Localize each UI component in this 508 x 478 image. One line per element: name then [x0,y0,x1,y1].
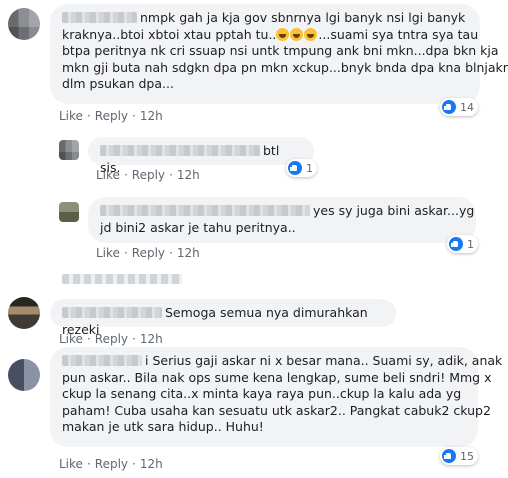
reply-button[interactable]: Reply [95,332,128,346]
comment-bubble: btl sis. [88,137,314,175]
reaction-count[interactable]: 15 [440,447,478,465]
timestamp[interactable]: 12h [177,168,200,182]
timestamp[interactable]: 12h [140,109,163,123]
hidden-replies-link[interactable] [62,274,182,284]
comment-actions: Like · Reply · 12h [59,109,163,123]
like-button[interactable]: Like [59,457,83,471]
reply-button[interactable]: Reply [95,109,128,123]
reaction-count[interactable]: 1 [286,159,317,177]
redacted-name [100,205,310,216]
like-button[interactable]: Like [59,109,83,123]
comment-bubble: i Serius gaji askar ni x besar mana.. Su… [50,347,502,447]
comment-bubble: nmpk gah ja kja gov sbnrnya lgi banyk ns… [50,4,508,104]
redacted-name [62,307,162,318]
reaction-count[interactable]: 14 [440,98,478,116]
comment-actions: Like · Reply · 12h [96,246,200,260]
like-icon [288,161,302,175]
redacted-name [62,12,137,23]
comment-actions: Like · Reply · 12h [59,457,163,471]
like-icon [442,449,456,463]
commenter-avatar[interactable] [59,202,79,222]
like-button[interactable]: Like [59,332,83,346]
like-icon [442,100,456,114]
reaction-count[interactable]: 1 [447,235,478,253]
like-button[interactable]: Like [96,168,120,182]
timestamp[interactable]: 12h [140,457,163,471]
redacted-name [100,145,260,156]
comment-actions: Like · Reply · 12h [59,332,163,346]
laughing-emoji-icon [304,27,318,41]
comment-bubble: yes sy juga bini askar...yg jd bini2 ask… [88,197,476,243]
commenter-avatar[interactable] [8,297,40,329]
timestamp[interactable]: 12h [140,332,163,346]
like-button[interactable]: Like [96,246,120,260]
commenter-avatar[interactable] [8,359,40,391]
reply-button[interactable]: Reply [95,457,128,471]
commenter-avatar[interactable] [8,8,40,40]
commenter-avatar[interactable] [59,140,79,160]
laughing-emoji-icon [276,27,290,41]
comment-actions: Like · Reply · 12h [96,168,200,182]
laughing-emoji-icon [290,27,304,41]
comment-text: nmpk gah ja kja gov sbnrnya lgi banyk ns… [62,10,468,27]
comment-bubble: Semoga semua nya dimurahkan rezeki [50,299,396,337]
reply-button[interactable]: Reply [132,168,165,182]
reply-button[interactable]: Reply [132,246,165,260]
timestamp[interactable]: 12h [177,246,200,260]
like-icon [449,237,463,251]
redacted-name [62,355,142,366]
